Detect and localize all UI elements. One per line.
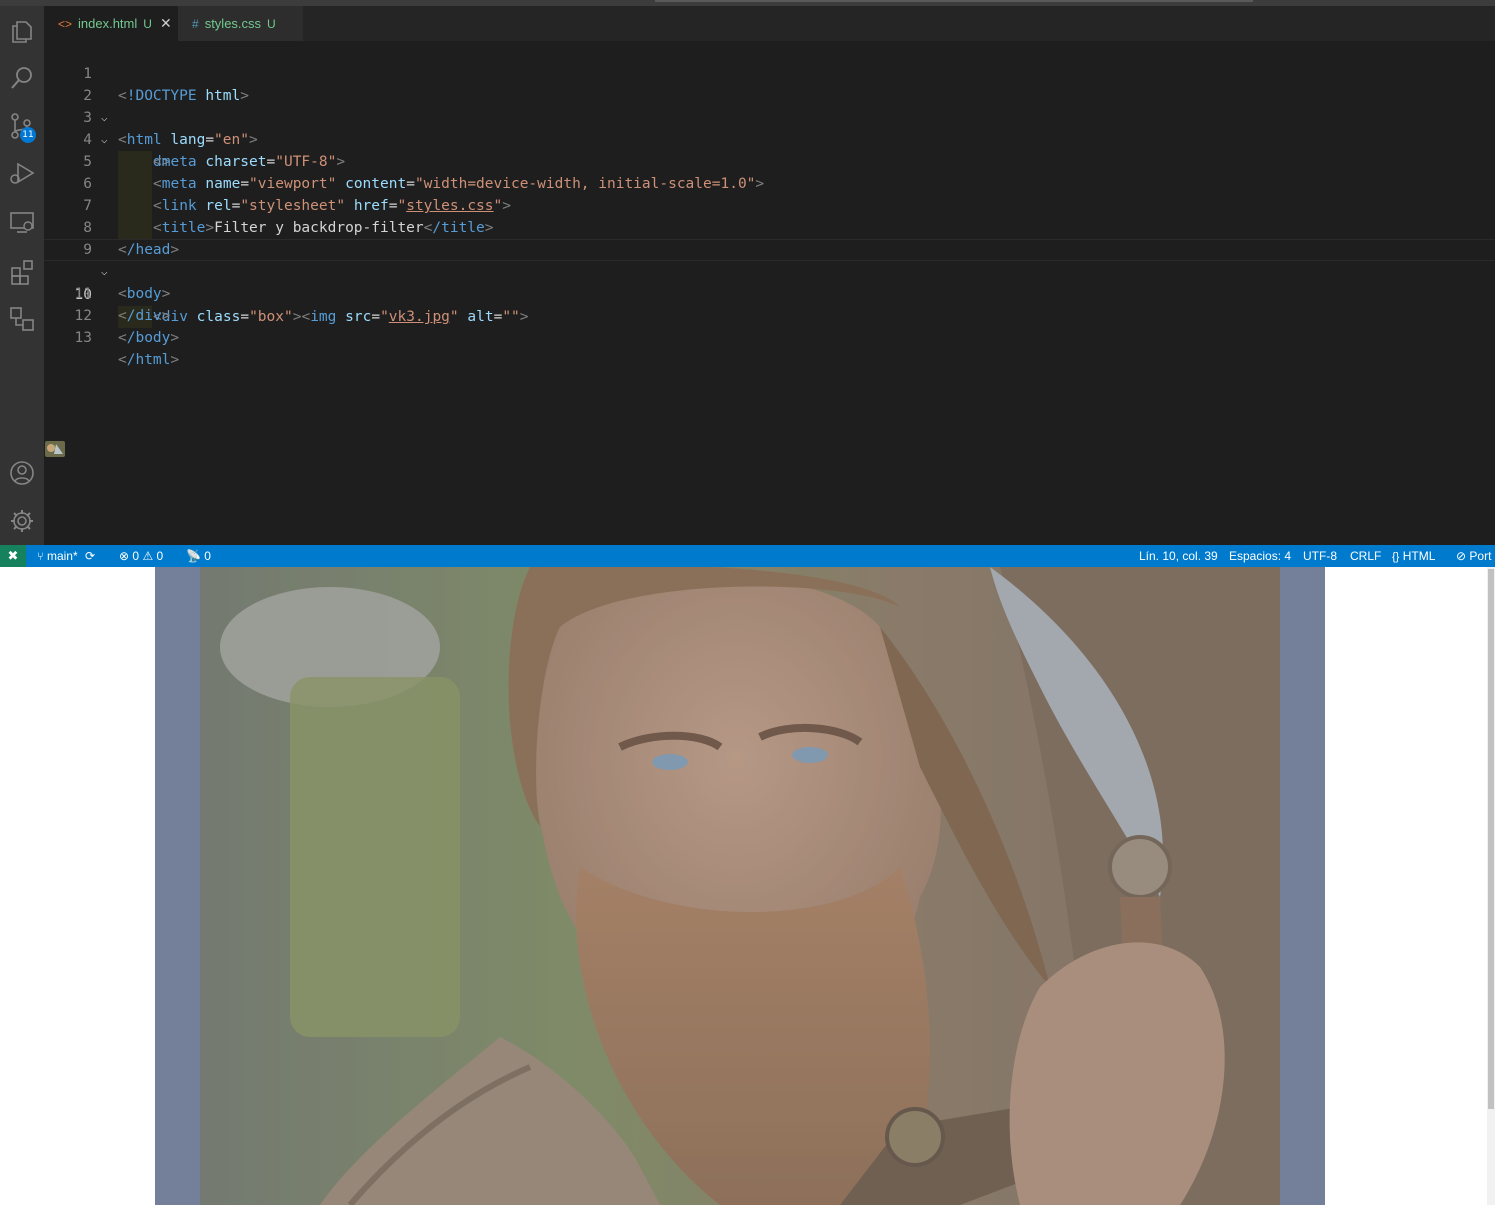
tab-label: index.html xyxy=(78,16,138,31)
vertical-scrollbar[interactable] xyxy=(1487,567,1495,1205)
remote-indicator-icon[interactable]: ✖ xyxy=(0,545,26,567)
untracked-marker: U xyxy=(267,16,276,31)
warning-icon: ⚠ xyxy=(142,549,154,563)
status-bar: ✖ ⑂ main* ⟳ ⊗ 0 ⚠ 0 📡 0 Lín. 10, col. 39… xyxy=(0,545,1495,567)
tab-styles-css[interactable]: # styles.css U xyxy=(178,6,303,41)
code-line: 11 </div> xyxy=(44,261,1495,324)
no-entry-icon: ⊘ xyxy=(1456,549,1467,563)
code-line: 4 <meta charset="UTF-8"> xyxy=(44,107,1495,173)
code-line: 13 </html> xyxy=(44,305,1495,368)
browser-preview xyxy=(0,567,1495,1205)
account-icon[interactable] xyxy=(7,458,37,488)
code-line: 2 ⌵ <html lang="en"> xyxy=(44,63,1495,148)
indentation[interactable]: Espacios: 4 xyxy=(1229,545,1291,567)
code-editor[interactable]: 1 <!DOCTYPE html> 2 ⌵ <html lang="en"> 3… xyxy=(44,41,1495,545)
extensions-icon[interactable] xyxy=(7,256,37,286)
error-icon: ⊗ xyxy=(119,549,130,563)
code-line: 3 ⌵ <head> xyxy=(44,85,1495,170)
source-control-badge: 11 xyxy=(20,127,36,143)
code-line: 12 </body> xyxy=(44,283,1495,346)
box-container xyxy=(155,567,1325,1205)
braces-icon: {} xyxy=(1392,551,1400,563)
code-line: 5 <meta name="viewport" content="width=d… xyxy=(44,129,1495,195)
code-line-current: 10 <div class="box"><img src="vk3.jpg" a… xyxy=(44,239,1495,457)
editor-window: 11 <> index.html U ✕ # styles.css U 1 <!… xyxy=(0,0,1495,567)
code-line: 7 <title>Filter y backdrop-filter</title… xyxy=(44,173,1495,239)
encoding[interactable]: UTF-8 xyxy=(1303,545,1337,567)
explorer-icon[interactable] xyxy=(7,16,37,46)
ports-count: 0 xyxy=(204,549,211,563)
viking-image xyxy=(200,567,1280,1205)
live-share-icon[interactable] xyxy=(7,303,37,333)
branch-icon: ⑂ xyxy=(37,551,44,563)
close-icon[interactable]: ✕ xyxy=(160,15,172,32)
language-mode[interactable]: {} HTML xyxy=(1392,545,1435,568)
tab-bar: <> index.html U ✕ # styles.css U xyxy=(44,6,1495,41)
activity-bar: 11 xyxy=(0,6,44,545)
code-line: 6 <link rel="stylesheet" href="styles.cs… xyxy=(44,151,1495,217)
sync-icon[interactable]: ⟳ xyxy=(85,549,95,563)
token: /body xyxy=(126,330,171,346)
remote-explorer-icon[interactable] xyxy=(7,206,37,236)
broadcast-icon: 📡 xyxy=(186,549,201,563)
code-line: 8 </head> xyxy=(44,195,1495,258)
branch-indicator[interactable]: ⑂ main* ⟳ xyxy=(37,545,95,568)
vertical-scrollbar-thumb[interactable] xyxy=(1488,569,1494,1109)
horizontal-scrollbar-thumb[interactable] xyxy=(655,0,1253,2)
code-line: 9 ⌵ <body> xyxy=(44,217,1495,302)
settings-gear-icon[interactable] xyxy=(7,506,37,536)
problems-indicator[interactable]: ⊗ 0 ⚠ 0 xyxy=(119,545,163,567)
warning-count: 0 xyxy=(156,549,164,563)
code-line: 1 <!DOCTYPE html> xyxy=(44,41,1495,104)
run-debug-icon[interactable] xyxy=(7,158,37,188)
tab-index-html[interactable]: <> index.html U ✕ xyxy=(44,6,178,41)
port-label: Port xyxy=(1469,549,1492,563)
ports-indicator[interactable]: 📡 0 xyxy=(186,545,211,567)
html-file-icon: <> xyxy=(58,16,73,31)
line-ending[interactable]: CRLF xyxy=(1350,545,1381,567)
viking-photo xyxy=(200,567,1280,1205)
untracked-marker: U xyxy=(143,16,152,31)
port-status[interactable]: ⊘ Port xyxy=(1456,545,1491,567)
css-file-icon: # xyxy=(192,16,199,31)
error-count: 0 xyxy=(132,549,140,563)
branch-name: main* xyxy=(46,549,78,563)
tab-label: styles.css xyxy=(204,16,262,31)
image-preview-icon xyxy=(45,441,65,457)
cursor-position[interactable]: Lín. 10, col. 39 xyxy=(1139,545,1218,567)
language-label: HTML xyxy=(1402,549,1436,563)
search-icon[interactable] xyxy=(7,63,37,93)
token: /html xyxy=(126,352,171,368)
line-number: 13 xyxy=(74,330,92,346)
